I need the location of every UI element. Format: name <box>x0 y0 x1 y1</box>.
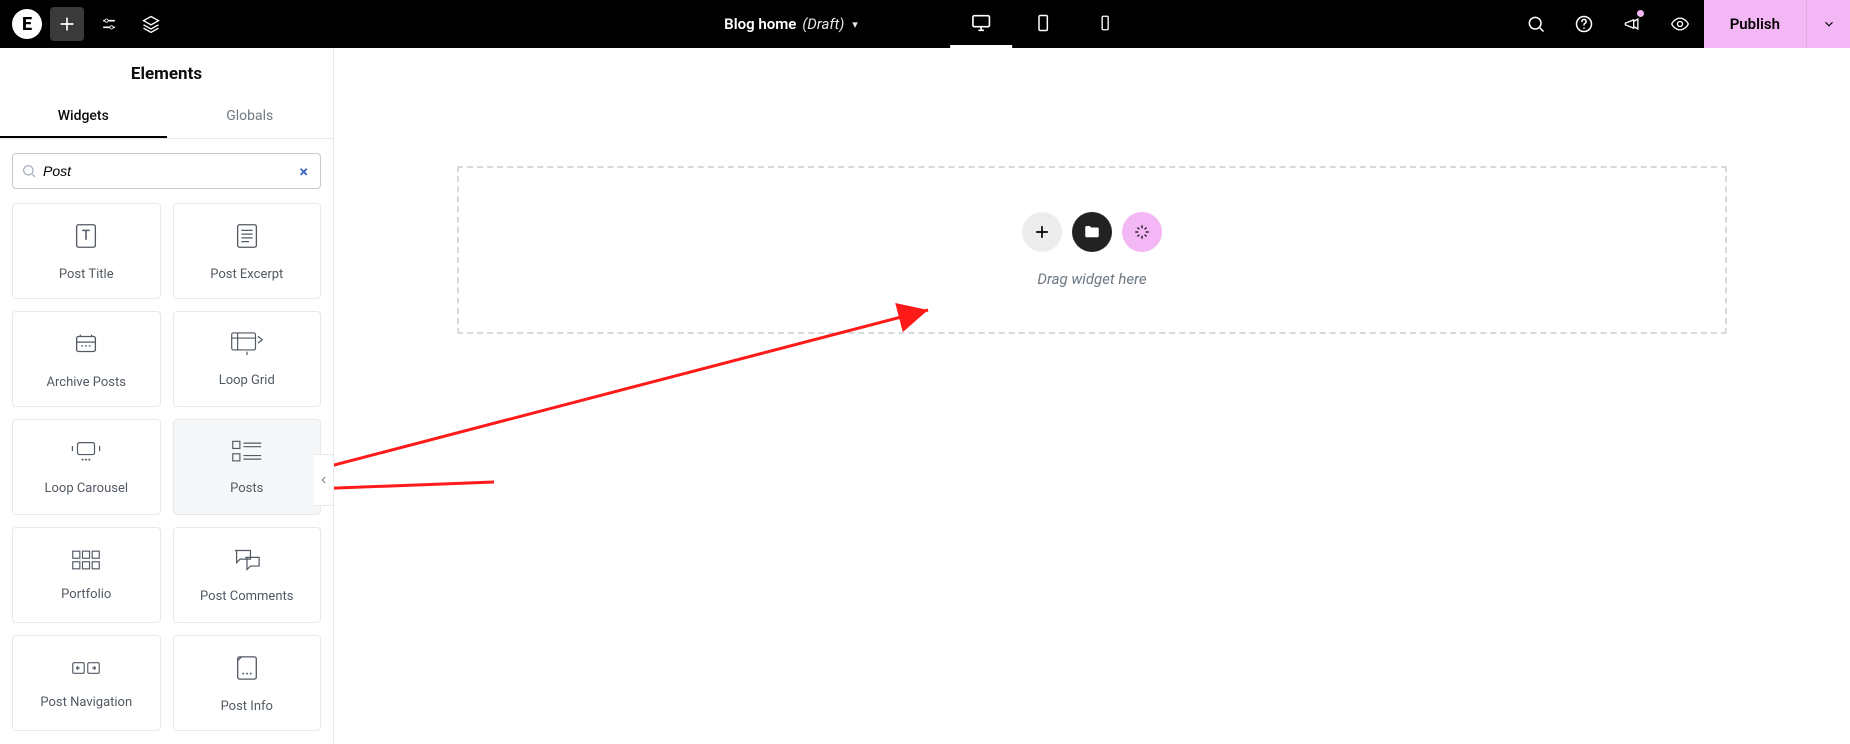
widget-label: Post Info <box>221 699 273 714</box>
collapse-panel-button[interactable] <box>314 454 334 506</box>
publish-button[interactable]: Publish <box>1704 0 1806 48</box>
widget-label: Archive Posts <box>47 375 126 390</box>
widget-label: Post Navigation <box>40 695 132 710</box>
editor-canvas[interactable]: Drag widget here <box>334 48 1850 744</box>
widget-post-navigation[interactable]: Post Navigation <box>12 635 161 731</box>
panel-tabs: Widgets Globals <box>0 98 333 139</box>
eye-icon <box>1670 14 1690 34</box>
empty-section-drop-zone[interactable]: Drag widget here <box>457 166 1727 334</box>
page-settings-button[interactable] <box>92 7 126 41</box>
post-title-icon <box>71 221 101 255</box>
widget-label: Posts <box>230 481 263 496</box>
search-clear-button[interactable]: × <box>296 162 313 181</box>
add-element-button[interactable] <box>50 7 84 41</box>
add-template-button[interactable] <box>1072 212 1112 252</box>
help-icon <box>1574 14 1594 34</box>
tablet-icon <box>1033 13 1053 33</box>
widget-label: Post Excerpt <box>210 267 283 282</box>
preview-button[interactable] <box>1656 0 1704 48</box>
post-navigation-icon <box>71 657 101 683</box>
sliders-icon <box>99 14 119 34</box>
plus-icon <box>1033 223 1051 241</box>
drop-zone-caption: Drag widget here <box>1037 270 1146 288</box>
search-icon <box>21 163 37 179</box>
widget-loop-grid[interactable]: Loop Grid <box>173 311 322 407</box>
drop-zone-actions <box>1022 212 1162 252</box>
sparkle-icon <box>1133 223 1151 241</box>
help-button[interactable] <box>1560 0 1608 48</box>
widget-archive-posts[interactable]: Archive Posts <box>12 311 161 407</box>
widget-grid: Post Title Post Excerpt Archive Posts <box>0 199 333 743</box>
device-tablet[interactable] <box>1012 0 1074 48</box>
panel-title: Elements <box>0 48 333 98</box>
top-bar-center: Blog home (Draft) ▾ <box>714 0 1136 48</box>
search-icon <box>1526 14 1546 34</box>
widget-label: Portfolio <box>61 587 111 602</box>
layers-icon <box>141 14 161 34</box>
page-title: Blog home <box>724 15 796 33</box>
posts-icon <box>231 439 263 469</box>
annotation-arrows <box>334 48 1850 744</box>
elements-panel: Elements Widgets Globals × Post Title <box>0 48 334 744</box>
megaphone-icon <box>1622 14 1642 34</box>
post-excerpt-icon <box>232 221 262 255</box>
tab-widgets[interactable]: Widgets <box>0 98 167 138</box>
post-comments-icon <box>231 547 263 577</box>
responsive-device-tabs <box>950 0 1136 48</box>
search-container: × <box>0 139 333 199</box>
structure-button[interactable] <box>134 7 168 41</box>
widget-label: Post Comments <box>200 589 293 604</box>
loop-carousel-icon <box>69 439 103 469</box>
top-bar-right: Publish <box>1512 0 1850 48</box>
device-desktop[interactable] <box>950 0 1012 48</box>
widget-loop-carousel[interactable]: Loop Carousel <box>12 419 161 515</box>
gear-icon <box>884 12 904 32</box>
widget-label: Loop Grid <box>219 373 275 388</box>
chevron-down-icon: ▾ <box>852 18 858 31</box>
desktop-icon <box>970 12 992 34</box>
widget-portfolio[interactable]: Portfolio <box>12 527 161 623</box>
widget-posts[interactable]: Posts <box>173 419 322 515</box>
workspace: Elements Widgets Globals × Post Title <box>0 48 1850 744</box>
chevron-left-icon <box>319 473 329 487</box>
widget-post-info[interactable]: Post Info <box>173 635 322 731</box>
search-box[interactable]: × <box>12 153 321 189</box>
widget-post-excerpt[interactable]: Post Excerpt <box>173 203 322 299</box>
ai-generate-button[interactable] <box>1122 212 1162 252</box>
widget-post-comments[interactable]: Post Comments <box>173 527 322 623</box>
add-section-button[interactable] <box>1022 212 1062 252</box>
archive-posts-icon <box>71 329 101 363</box>
device-mobile[interactable] <box>1074 0 1136 48</box>
top-bar-left: E <box>0 0 168 48</box>
portfolio-icon <box>71 549 101 575</box>
whats-new-button[interactable] <box>1608 0 1656 48</box>
page-status: (Draft) <box>802 15 844 33</box>
widget-label: Post Title <box>59 267 114 282</box>
widget-post-title[interactable]: Post Title <box>12 203 161 299</box>
tab-globals[interactable]: Globals <box>167 98 334 138</box>
app-logo[interactable]: E <box>12 9 42 39</box>
widget-label: Loop Carousel <box>44 481 128 496</box>
publish-label: Publish <box>1730 15 1780 33</box>
mobile-icon <box>1096 14 1114 32</box>
publish-options-button[interactable] <box>1806 0 1850 48</box>
chevron-down-icon <box>1822 17 1836 31</box>
document-settings-button[interactable] <box>868 12 920 36</box>
finder-button[interactable] <box>1512 0 1560 48</box>
folder-icon <box>1083 223 1101 241</box>
search-input[interactable] <box>37 163 296 179</box>
top-bar: E Blog home (Draft) ▾ <box>0 0 1850 48</box>
plus-icon <box>57 14 77 34</box>
post-info-icon <box>234 653 260 687</box>
loop-grid-icon <box>230 331 264 361</box>
page-title-dropdown[interactable]: Blog home (Draft) ▾ <box>714 0 868 48</box>
